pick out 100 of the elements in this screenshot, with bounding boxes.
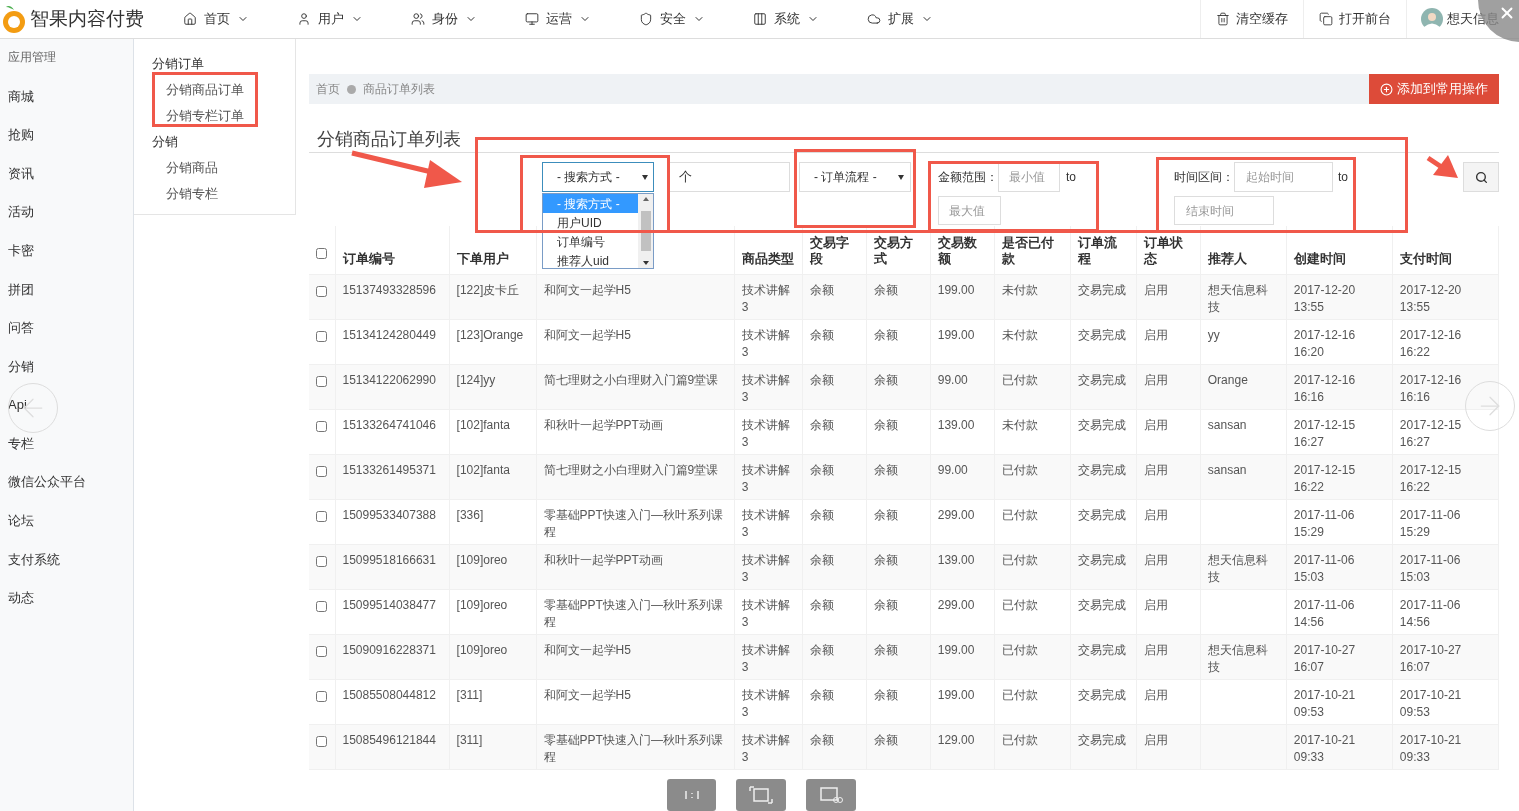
actual-size-button[interactable] xyxy=(667,779,716,811)
table-cell: 199.00 xyxy=(937,327,975,342)
row-checkbox[interactable] xyxy=(316,420,328,432)
nav-menu-item[interactable]: 扩展 xyxy=(862,9,938,29)
row-checkbox[interactable] xyxy=(316,375,328,387)
previous-image-button[interactable] xyxy=(8,383,58,433)
sidebar-item[interactable]: 问答 xyxy=(8,301,133,341)
dropdown-option[interactable]: 推荐人uid xyxy=(543,251,638,268)
add-shortcut-button[interactable]: 添加到常用操作 xyxy=(1369,74,1499,104)
row-checkbox[interactable] xyxy=(316,330,328,342)
table-cell: 余额 xyxy=(873,732,898,747)
select-all-checkbox[interactable] xyxy=(316,247,328,259)
sidebar-item[interactable]: 动态 xyxy=(8,571,133,611)
sidebar-item[interactable]: 商城 xyxy=(8,70,133,109)
table-cell: 2017-12-16 16:20 xyxy=(1293,327,1356,359)
column-header: 创建时间 xyxy=(1293,250,1346,266)
table-cell: [311] xyxy=(456,732,483,747)
column-header: 订单状态 xyxy=(1143,234,1183,266)
table-cell: 余额 xyxy=(809,417,834,432)
to-label: to xyxy=(1338,169,1348,186)
sub-menu-item[interactable]: 分销商品订单 xyxy=(152,77,295,103)
sidebar-item[interactable]: 卡密 xyxy=(8,224,133,263)
nav-menu-item[interactable]: 用户 xyxy=(292,9,368,29)
search-mode-select[interactable]: - 搜索方式 - xyxy=(542,162,654,192)
user-icon xyxy=(297,12,311,26)
table-cell: 交易完成 xyxy=(1077,597,1126,612)
max-amount-input[interactable]: 最大值 xyxy=(938,196,1001,225)
row-checkbox[interactable] xyxy=(316,735,328,747)
sub-menu-item[interactable]: 分销专栏 xyxy=(152,181,295,207)
sidebar-item[interactable]: 活动 xyxy=(8,185,133,225)
nav-menu-item[interactable]: 安全 xyxy=(634,9,710,29)
table-cell: [102]fanta xyxy=(456,417,510,432)
row-checkbox[interactable] xyxy=(316,600,328,612)
sidebar-item[interactable]: 抢购 xyxy=(8,108,133,148)
keyword-input[interactable]: 个 xyxy=(668,162,790,192)
table-cell: 技术讲解3 xyxy=(741,552,790,584)
copy-icon xyxy=(1319,12,1333,26)
table-cell: 余额 xyxy=(873,552,898,567)
dropdown-option[interactable]: 订单编号 xyxy=(543,232,638,251)
table-cell: 已付款 xyxy=(1001,507,1038,522)
table-cell: 余额 xyxy=(873,642,898,657)
table-cell: 139.00 xyxy=(937,552,975,567)
nav-menu-item[interactable]: 身份 xyxy=(406,9,482,29)
sub-menu-item[interactable]: 分销商品 xyxy=(152,155,295,181)
table-cell: 启用 xyxy=(1143,552,1168,567)
sidebar-item[interactable]: 分销 xyxy=(8,340,133,379)
header-action-button[interactable]: 打开前台 xyxy=(1303,0,1406,38)
table-cell: 想天信息科技 xyxy=(1207,282,1268,314)
sidebar-item[interactable]: 微信公众平台 xyxy=(8,455,133,495)
table-cell: sansan xyxy=(1207,462,1247,477)
sidebar-item[interactable]: 拼团 xyxy=(8,262,133,302)
sidebar-item[interactable]: Api xyxy=(8,378,133,418)
table-cell: 零基础PPT快速入门—秋叶系列课程 xyxy=(543,597,723,629)
search-button[interactable] xyxy=(1463,162,1499,192)
row-checkbox[interactable] xyxy=(316,645,328,657)
nav-menu-item[interactable]: 系统 xyxy=(748,9,824,29)
row-checkbox[interactable] xyxy=(316,555,328,567)
row-checkbox[interactable] xyxy=(316,285,328,297)
table-cell: 余额 xyxy=(873,372,898,387)
avatar-icon xyxy=(1421,8,1443,30)
column-header: 下单用户 xyxy=(456,250,509,266)
table-cell: 2017-10-27 16:07 xyxy=(1293,642,1356,674)
sub-menu-item[interactable]: 分销专栏订单 xyxy=(152,103,295,129)
table-cell: 技术讲解3 xyxy=(741,462,790,494)
start-time-input[interactable]: 起始时间 xyxy=(1234,162,1333,192)
table-cell: 199.00 xyxy=(937,282,975,297)
time-range-label: 时间区间： xyxy=(1174,169,1234,186)
sidebar-item[interactable]: 论坛 xyxy=(8,494,133,534)
sidebar-item[interactable]: 专栏 xyxy=(8,417,133,456)
column-header: 推荐人 xyxy=(1207,250,1247,266)
end-time-input[interactable]: 结束时间 xyxy=(1174,196,1274,225)
table-cell: 交易完成 xyxy=(1077,507,1126,522)
crop-button[interactable] xyxy=(806,779,856,811)
table-cell: 2017-12-15 16:22 xyxy=(1293,462,1356,494)
row-checkbox[interactable] xyxy=(316,465,328,477)
dropdown-option[interactable]: 用户UID xyxy=(543,213,638,232)
fit-screen-icon xyxy=(749,786,773,804)
table-cell: 交易完成 xyxy=(1077,417,1126,432)
row-checkbox[interactable] xyxy=(316,510,328,522)
table-cell: [109]oreo xyxy=(456,642,508,657)
table-cell: 已付款 xyxy=(1001,597,1038,612)
header-action-button[interactable]: 清空缓存 xyxy=(1200,0,1303,38)
table-cell: 2017-12-16 16:16 xyxy=(1399,372,1462,404)
min-amount-input[interactable]: 最小值 xyxy=(998,162,1060,192)
table-cell: 299.00 xyxy=(937,507,975,522)
order-flow-select[interactable]: - 订单流程 - xyxy=(799,162,911,192)
sidebar-item[interactable]: 支付系统 xyxy=(8,533,133,572)
fit-screen-button[interactable] xyxy=(736,779,786,811)
table-cell: 启用 xyxy=(1143,732,1168,747)
table-cell: [109]oreo xyxy=(456,597,508,612)
sub-menu-heading: 分销 xyxy=(152,133,179,152)
nav-menu-item[interactable]: 运营 xyxy=(520,9,596,29)
table-cell: 零基础PPT快速入门—秋叶系列课程 xyxy=(543,507,723,539)
nav-menu-item[interactable]: 首页 xyxy=(178,9,254,29)
table-cell: 余额 xyxy=(809,462,834,477)
table-cell: 15099514038477 xyxy=(342,597,436,612)
sidebar-item[interactable]: 资讯 xyxy=(8,147,133,186)
table-cell: 2017-10-27 16:07 xyxy=(1399,642,1462,674)
row-checkbox[interactable] xyxy=(316,690,328,702)
table-cell: [109]oreo xyxy=(456,552,508,567)
